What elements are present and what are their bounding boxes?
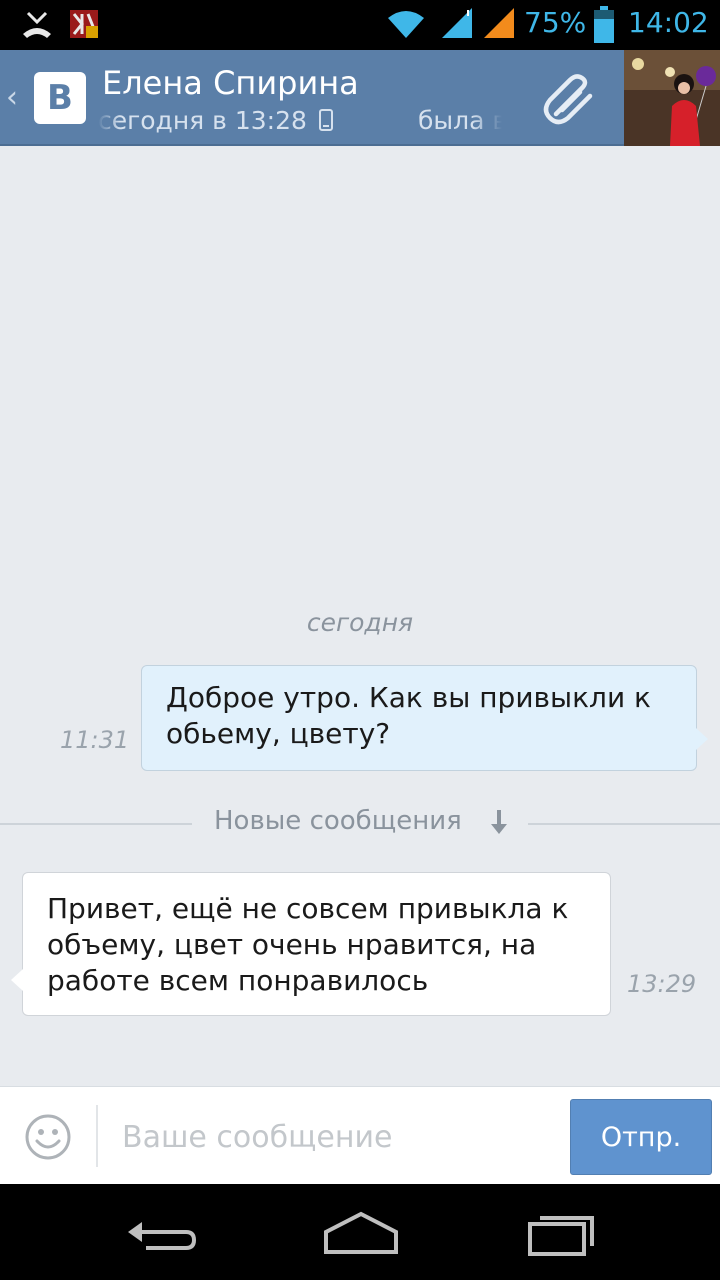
message-composer: Отпр. xyxy=(0,1086,720,1184)
wifi-icon xyxy=(388,11,424,38)
recent-apps-icon[interactable] xyxy=(516,1202,606,1262)
new-messages-divider: Новые сообщения xyxy=(0,806,720,842)
antivirus-app-icon xyxy=(70,10,98,38)
message-outgoing[interactable]: Доброе утро. Как вы привыкли к обьему, ц… xyxy=(141,665,708,771)
contact-last-seen: сегодня в 13:28 была в сети xyxy=(98,106,502,140)
home-nav-icon[interactable] xyxy=(316,1202,406,1262)
vk-logo[interactable]: B xyxy=(34,72,86,124)
contact-avatar-photo[interactable] xyxy=(624,50,720,146)
signal-icon-2 xyxy=(484,8,514,38)
mobile-icon xyxy=(318,109,333,131)
paperclip-icon[interactable] xyxy=(538,68,600,130)
smile-icon[interactable] xyxy=(24,1113,72,1161)
chevron-left-icon[interactable]: ‹ xyxy=(6,80,18,115)
send-button[interactable]: Отпр. xyxy=(570,1099,712,1175)
battery-percent: 75% xyxy=(524,6,587,39)
last-seen-time: сегодня в 13:28 xyxy=(98,106,333,135)
system-nav-bar xyxy=(0,1184,720,1280)
battery-icon xyxy=(594,6,614,43)
message-input[interactable] xyxy=(108,1109,548,1165)
message-time: 11:31 xyxy=(60,726,130,754)
contact-name[interactable]: Елена Спирина xyxy=(102,64,359,102)
missed-call-icon xyxy=(23,11,51,38)
clock: 14:02 xyxy=(628,6,709,39)
chat-header: ‹ B Елена Спирина сегодня в 13:28 была в… xyxy=(0,50,720,146)
date-separator: сегодня xyxy=(306,608,414,637)
arrow-down-icon xyxy=(491,810,507,834)
avatar-image xyxy=(624,50,720,146)
message-incoming[interactable]: Привет, ещё не совсем привыкла к объему,… xyxy=(11,872,611,1016)
status-bar: 75% 14:02 xyxy=(0,0,720,50)
message-time: 13:29 xyxy=(627,970,697,998)
signal-icon xyxy=(442,8,472,38)
chat-history[interactable]: сегодня Доброе утро. Как вы привыкли к о… xyxy=(0,146,720,1086)
back-nav-icon[interactable] xyxy=(116,1202,206,1262)
new-messages-label: Новые сообщения xyxy=(214,806,462,836)
